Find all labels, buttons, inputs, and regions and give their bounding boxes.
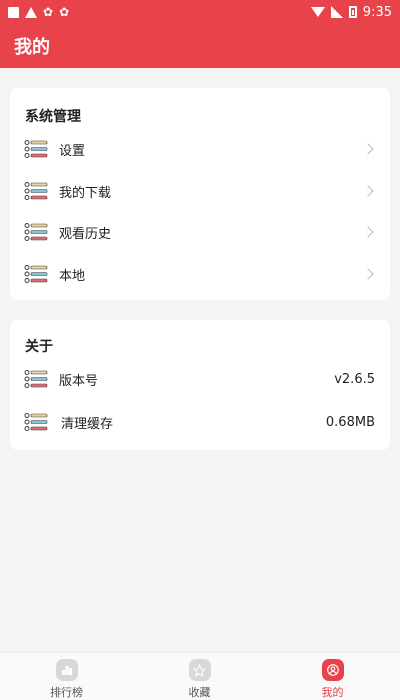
- chevron-right-icon: [362, 268, 374, 280]
- status-time: 9:35: [362, 4, 392, 20]
- wifi-icon: [310, 7, 325, 17]
- watch-history-label: 观看历史: [59, 226, 112, 242]
- version-row: 版本号 v2.6.5: [10, 360, 390, 398]
- ranking-icon: [55, 659, 78, 681]
- tab-label: 我的: [321, 686, 344, 699]
- list-icon: [24, 182, 48, 200]
- tab-label: 收藏: [188, 686, 211, 699]
- battery-icon: [348, 6, 357, 18]
- about-section-card: 关于 版本号 v2.6.5 清理缓存 0.68MB: [10, 320, 390, 450]
- chevron-right-icon: [362, 185, 374, 197]
- user-icon: [321, 659, 344, 681]
- settings-label: 设置: [59, 143, 86, 159]
- tab-favorites[interactable]: 收藏: [133, 653, 266, 700]
- section-title: 系统管理: [25, 109, 81, 125]
- signal-icon: [330, 6, 343, 18]
- list-icon: [24, 370, 48, 388]
- bug-icon: ✿: [59, 5, 70, 19]
- downloads-label: 我的下载: [59, 185, 112, 201]
- list-icon: [24, 265, 48, 283]
- status-bar: ✿ ✿ 9:35: [0, 0, 400, 24]
- page-title: 我的: [14, 37, 50, 58]
- list-icon: [24, 223, 48, 241]
- warning-icon: [25, 6, 37, 18]
- tab-ranking[interactable]: 排行榜: [0, 653, 133, 700]
- version-value: v2.6.5: [334, 371, 375, 387]
- downloads-row[interactable]: 我的下载: [10, 172, 390, 210]
- version-label: 版本号: [59, 373, 99, 389]
- tab-mine[interactable]: 我的: [266, 653, 399, 700]
- section-title: 关于: [25, 339, 53, 355]
- bug-icon: ✿: [43, 5, 54, 19]
- local-row[interactable]: 本地: [10, 255, 390, 293]
- bottom-tab-bar: 排行榜 收藏 我的: [0, 652, 400, 700]
- settings-row[interactable]: 设置: [10, 130, 390, 168]
- local-label: 本地: [59, 268, 86, 284]
- chevron-right-icon: [362, 226, 374, 238]
- star-icon: [188, 659, 211, 681]
- clear-cache-label: 清理缓存: [61, 416, 114, 432]
- list-icon: [24, 140, 48, 158]
- system-section-card: 系统管理 设置 我的下载 观看历史 本地: [10, 88, 390, 300]
- cache-size-value: 0.68MB: [325, 414, 375, 430]
- list-icon: [24, 413, 48, 431]
- tab-label: 排行榜: [50, 686, 83, 699]
- notification-square-icon: [8, 6, 19, 18]
- header-bar: 我的: [0, 24, 400, 68]
- chevron-right-icon: [362, 143, 374, 155]
- watch-history-row[interactable]: 观看历史: [10, 213, 390, 251]
- clear-cache-row[interactable]: 清理缓存 0.68MB: [10, 403, 390, 441]
